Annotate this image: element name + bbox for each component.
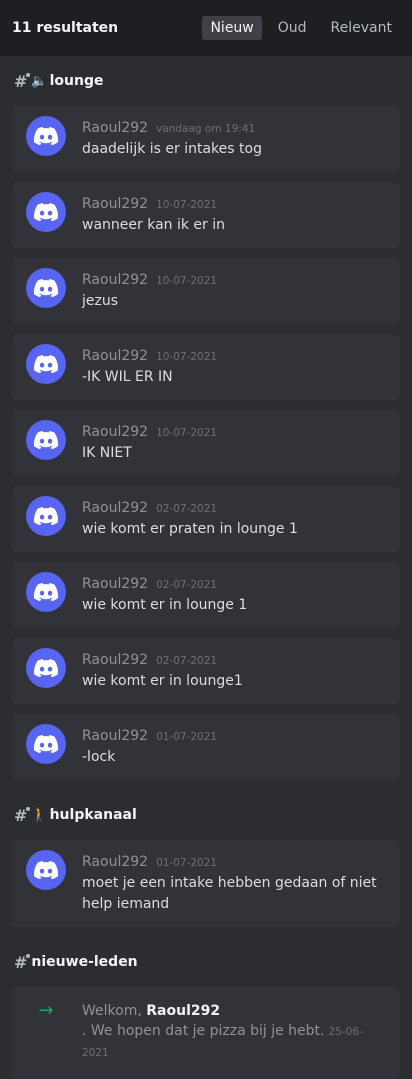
text-channel-icon: # xyxy=(14,71,31,91)
channel-header[interactable]: # 🚶 hulpkanaal xyxy=(12,790,400,840)
discord-logo-icon[interactable] xyxy=(26,850,66,890)
message-author[interactable]: Raoul292 xyxy=(82,650,148,670)
message-timestamp: 02-07-2021 xyxy=(156,503,218,515)
message-result[interactable]: Raoul292 vandaag om 19:41 daadelijk is er … xyxy=(12,106,400,172)
message-text: wie komt er praten in lounge 1 xyxy=(82,521,298,537)
discord-logo-icon[interactable] xyxy=(26,344,66,384)
join-message-result[interactable]: → Welkom, Raoul292 . We hopen dat je pizza… xyxy=(12,987,400,1079)
message-author[interactable]: Raoul292 xyxy=(82,422,148,442)
discord-logo-icon[interactable] xyxy=(26,420,66,460)
message-result[interactable]: Raoul292 10-07-2021 IK NIET xyxy=(12,410,400,476)
channel-name: lounge xyxy=(49,73,104,89)
message-result[interactable]: Raoul292 10-07-2021 wanneer kan ik er in xyxy=(12,182,400,248)
message-result[interactable]: Raoul292 10-07-2021 -IK WIL ER IN xyxy=(12,334,400,400)
message-timestamp: vandaag om 19:41 xyxy=(156,123,256,135)
message-result[interactable]: Raoul292 02-07-2021 wie komt er in lounge1 xyxy=(12,638,400,704)
search-results-header: 11 resultaten Nieuw Oud Relevant xyxy=(0,0,412,56)
message-author[interactable]: Raoul292 xyxy=(82,346,148,366)
channel-name: hulpkanaal xyxy=(49,807,137,823)
tab-relevant[interactable]: Relevant xyxy=(323,16,400,40)
message-result[interactable]: Raoul292 01-07-2021 -lock xyxy=(12,714,400,780)
message-author[interactable]: Raoul292 xyxy=(82,726,148,746)
channel-emoji: 🚶 xyxy=(31,807,48,823)
channel-name: nieuwe-leden xyxy=(31,954,138,970)
message-result[interactable]: Raoul292 02-07-2021 wie komt er praten in … xyxy=(12,486,400,552)
message-result[interactable]: Raoul292 02-07-2021 wie komt er in lounge … xyxy=(12,562,400,628)
message-result[interactable]: Raoul292 01-07-2021 moet je een intake heb… xyxy=(12,840,400,927)
channel-group: # 🔈 lounge Raoul292 vandaag om 19:41 daadelij… xyxy=(0,56,412,780)
welcome-suffix: . We hopen dat je pizza bij je hebt. xyxy=(82,1023,325,1039)
channel-group: # 🚶 hulpkanaal Raoul292 01-07-2021 moet je ee… xyxy=(0,790,412,927)
message-text: wie komt er in lounge 1 xyxy=(82,597,248,613)
message-timestamp: 10-07-2021 xyxy=(156,275,218,287)
message-timestamp: 10-07-2021 xyxy=(156,427,218,439)
message-text: wanneer kan ik er in xyxy=(82,217,226,233)
message-text: -lock xyxy=(82,749,116,765)
result-count: 11 resultaten xyxy=(12,20,119,36)
welcome-prefix: Welkom, xyxy=(82,1003,147,1019)
channel-group: # nieuwe-leden → Welkom, Raoul292 . We hopen… xyxy=(0,937,412,1079)
message-timestamp: 02-07-2021 xyxy=(156,579,218,591)
message-text: wie komt er in lounge1 xyxy=(82,673,243,689)
results-list: # 🔈 lounge Raoul292 vandaag om 19:41 daadelij… xyxy=(0,56,412,1079)
channel-header[interactable]: # 🔈 lounge xyxy=(12,56,400,106)
tab-oud[interactable]: Oud xyxy=(270,16,315,40)
message-text: IK NIET xyxy=(82,445,132,461)
message-author[interactable]: Raoul292 xyxy=(82,118,148,138)
discord-logo-icon[interactable] xyxy=(26,116,66,156)
discord-logo-icon[interactable] xyxy=(26,724,66,764)
text-channel-icon: # xyxy=(14,805,31,825)
message-author[interactable]: Raoul292 xyxy=(82,498,148,518)
discord-logo-icon[interactable] xyxy=(26,192,66,232)
message-author[interactable]: Raoul292 xyxy=(82,574,148,594)
discord-logo-icon[interactable] xyxy=(26,496,66,536)
welcome-text: Welkom, Raoul292 . We hopen dat je pizza … xyxy=(82,1001,386,1063)
message-text: jezus xyxy=(82,293,119,309)
welcome-user[interactable]: Raoul292 xyxy=(146,1003,220,1019)
discord-logo-icon[interactable] xyxy=(26,268,66,308)
message-text: daadelijk is er intakes tog xyxy=(82,141,262,157)
message-text: moet je een intake hebben gedaan of niet… xyxy=(82,875,377,912)
discord-logo-icon[interactable] xyxy=(26,572,66,612)
channel-emoji: 🔈 xyxy=(31,73,48,89)
message-author[interactable]: Raoul292 xyxy=(82,194,148,214)
message-result[interactable]: Raoul292 10-07-2021 jezus xyxy=(12,258,400,324)
message-timestamp: 02-07-2021 xyxy=(156,655,218,667)
tab-nieuw[interactable]: Nieuw xyxy=(202,16,262,40)
discord-logo-icon[interactable] xyxy=(26,648,66,688)
message-timestamp: 01-07-2021 xyxy=(156,731,218,743)
message-author[interactable]: Raoul292 xyxy=(82,852,148,872)
message-timestamp: 01-07-2021 xyxy=(156,857,218,869)
message-author[interactable]: Raoul292 xyxy=(82,270,148,290)
text-channel-icon: # xyxy=(14,952,31,972)
message-text: -IK WIL ER IN xyxy=(82,369,173,385)
message-timestamp: 10-07-2021 xyxy=(156,199,218,211)
arrow-right-icon: → xyxy=(38,1000,54,1021)
message-timestamp: 10-07-2021 xyxy=(156,351,218,363)
channel-header[interactable]: # nieuwe-leden xyxy=(12,937,400,987)
sort-tabs: Nieuw Oud Relevant xyxy=(202,16,400,40)
